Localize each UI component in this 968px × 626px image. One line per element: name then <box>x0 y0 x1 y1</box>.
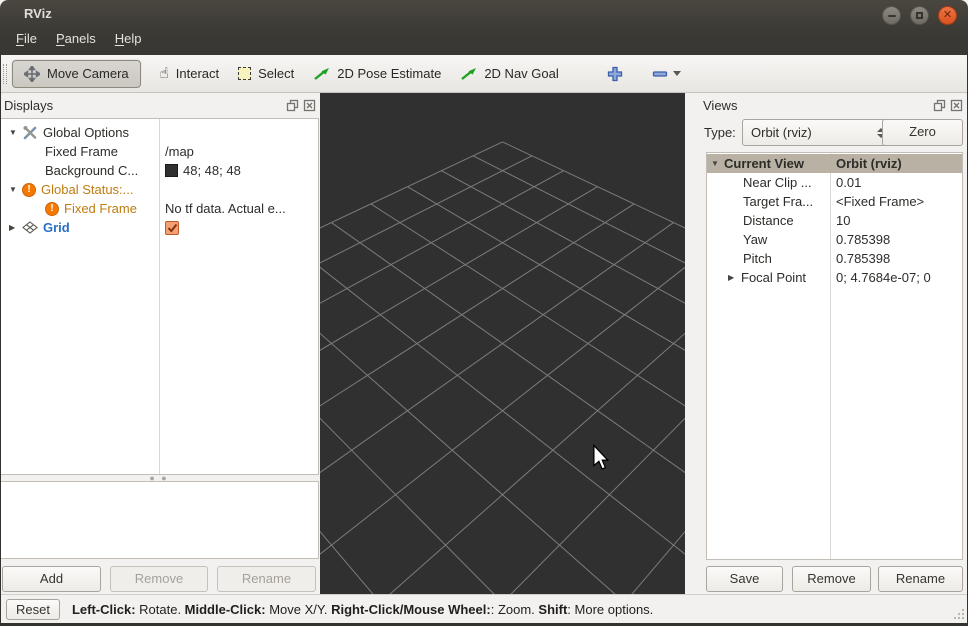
interact-tool[interactable]: ☝ Interact <box>160 66 220 81</box>
move-camera-label: Move Camera <box>47 66 129 81</box>
add-tool-button[interactable] <box>607 66 623 82</box>
view-type-label: Type: <box>704 125 736 140</box>
warning-icon: ! <box>45 202 59 216</box>
check-icon <box>167 223 178 233</box>
float-panel-icon[interactable] <box>933 99 946 112</box>
background-color-value[interactable]: 48; 48; 48 <box>183 163 241 178</box>
collapse-icon[interactable]: ▼ <box>9 185 22 194</box>
display-description-box <box>0 481 319 559</box>
green-arrow-icon <box>313 67 330 81</box>
maximize-button[interactable] <box>910 6 929 25</box>
resize-grip-icon[interactable] <box>952 607 965 620</box>
remove-tool-button[interactable] <box>652 66 681 82</box>
displays-panel-title: Displays <box>4 98 53 113</box>
minimize-icon <box>888 15 896 17</box>
float-panel-icon[interactable] <box>286 99 299 112</box>
reset-button[interactable]: Reset <box>6 599 60 620</box>
collapse-icon[interactable]: ▼ <box>711 159 724 168</box>
view-row-pitch[interactable]: Pitch 0.785398 <box>707 249 962 268</box>
view-row-near-clip[interactable]: Near Clip ... 0.01 <box>707 173 962 192</box>
statusbar: Reset Left-Click: Rotate. Middle-Click: … <box>0 594 968 623</box>
grid-enabled-checkbox[interactable] <box>165 221 179 235</box>
expand-icon[interactable]: ▶ <box>728 273 741 282</box>
toolbar: Move Camera ☝ Interact Select 2D Pose Es… <box>0 55 968 93</box>
move-camera-icon <box>24 66 40 82</box>
display-row-background-color[interactable]: Background C... 48; 48; 48 <box>1 161 318 180</box>
select-label: Select <box>258 66 294 81</box>
collapse-icon[interactable]: ▼ <box>9 128 22 137</box>
display-row-grid[interactable]: ▶ Grid <box>1 218 318 237</box>
menu-file[interactable]: File <box>16 31 37 46</box>
close-button[interactable]: ✕ <box>938 6 957 25</box>
rename-view-button[interactable]: Rename <box>878 566 963 592</box>
save-view-button[interactable]: Save <box>706 566 783 592</box>
view-row-yaw[interactable]: Yaw 0.785398 <box>707 230 962 249</box>
yaw-value[interactable]: 0.785398 <box>836 232 890 247</box>
select-region-icon <box>238 67 251 80</box>
near-clip-value[interactable]: 0.01 <box>836 175 861 190</box>
rename-display-button[interactable]: Rename <box>217 566 316 592</box>
mouse-cursor <box>592 444 610 471</box>
fixed-frame-value[interactable]: /map <box>165 144 194 159</box>
view-row-distance[interactable]: Distance 10 <box>707 211 962 230</box>
view-row-target-frame[interactable]: Target Fra... <Fixed Frame> <box>707 192 962 211</box>
display-row-status-fixed-frame[interactable]: ! Fixed Frame No tf data. Actual e... <box>1 199 318 218</box>
chevron-down-icon[interactable] <box>673 71 681 76</box>
remove-display-button[interactable]: Remove <box>110 566 208 592</box>
minus-icon <box>652 66 668 82</box>
menu-panels[interactable]: Panels <box>56 31 96 46</box>
display-row-global-options[interactable]: ▼ Global Options <box>1 123 318 142</box>
interact-label: Interact <box>176 66 219 81</box>
rviz-window: RViz ✕ File Panels Help Move Camera <box>0 0 968 626</box>
main-area: Displays <box>0 93 968 594</box>
toolbar-drag-handle[interactable] <box>3 64 7 84</box>
grid-svg <box>320 93 685 594</box>
window-title: RViz <box>24 6 52 21</box>
views-tree: ▼ Current View Orbit (rviz) Near Clip ..… <box>706 152 963 560</box>
pitch-value[interactable]: 0.785398 <box>836 251 890 266</box>
views-panel-title: Views <box>703 98 737 113</box>
zero-button[interactable]: Zero <box>882 119 963 146</box>
warning-icon: ! <box>22 183 36 197</box>
view-type-combobox[interactable]: Orbit (rviz) <box>742 119 894 146</box>
focal-point-value[interactable]: 0; 4.7684e-07; 0 <box>836 270 931 285</box>
nav-goal-tool[interactable]: 2D Nav Goal <box>460 66 558 81</box>
views-panel: Views Type: Orbit (rviz) <box>685 93 968 594</box>
add-display-button[interactable]: Add <box>2 566 101 592</box>
display-row-global-status[interactable]: ▼ ! Global Status:... <box>1 180 318 199</box>
nav-goal-label: 2D Nav Goal <box>484 66 558 81</box>
remove-view-button[interactable]: Remove <box>792 566 871 592</box>
move-camera-button[interactable]: Move Camera <box>12 60 141 88</box>
menu-help[interactable]: Help <box>115 31 142 46</box>
minimize-button[interactable] <box>882 6 901 25</box>
displays-tree: ▼ Global Options Fixed Frame /map Back <box>0 118 319 475</box>
close-panel-icon[interactable] <box>303 99 316 112</box>
view-row-current-view[interactable]: ▼ Current View Orbit (rviz) <box>707 154 962 173</box>
close-panel-icon[interactable] <box>950 99 963 112</box>
tools-icon <box>22 125 38 140</box>
display-row-fixed-frame[interactable]: Fixed Frame /map <box>1 142 318 161</box>
grid-display-icon <box>22 221 38 234</box>
close-icon: ✕ <box>943 10 952 21</box>
green-arrow-icon <box>460 67 477 81</box>
pose-estimate-tool[interactable]: 2D Pose Estimate <box>313 66 441 81</box>
distance-value[interactable]: 10 <box>836 213 850 228</box>
render-viewport[interactable] <box>320 93 685 594</box>
menubar: File Panels Help <box>16 31 141 46</box>
expand-icon[interactable]: ▶ <box>9 223 22 232</box>
select-tool[interactable]: Select <box>238 66 294 81</box>
window-frame <box>0 55 1 626</box>
pose-estimate-label: 2D Pose Estimate <box>337 66 441 81</box>
view-type-value: Orbit (rviz) <box>751 125 812 140</box>
titlebar: RViz ✕ File Panels Help <box>0 0 968 55</box>
target-frame-value[interactable]: <Fixed Frame> <box>836 194 924 209</box>
mouse-hints: Left-Click: Rotate. Middle-Click: Move X… <box>72 602 653 617</box>
hand-pointer-icon: ☝ <box>160 66 169 81</box>
maximize-icon <box>916 12 923 19</box>
view-row-focal-point[interactable]: ▶ Focal Point 0; 4.7684e-07; 0 <box>707 268 962 287</box>
plus-icon <box>607 66 623 82</box>
color-swatch[interactable] <box>165 164 178 177</box>
